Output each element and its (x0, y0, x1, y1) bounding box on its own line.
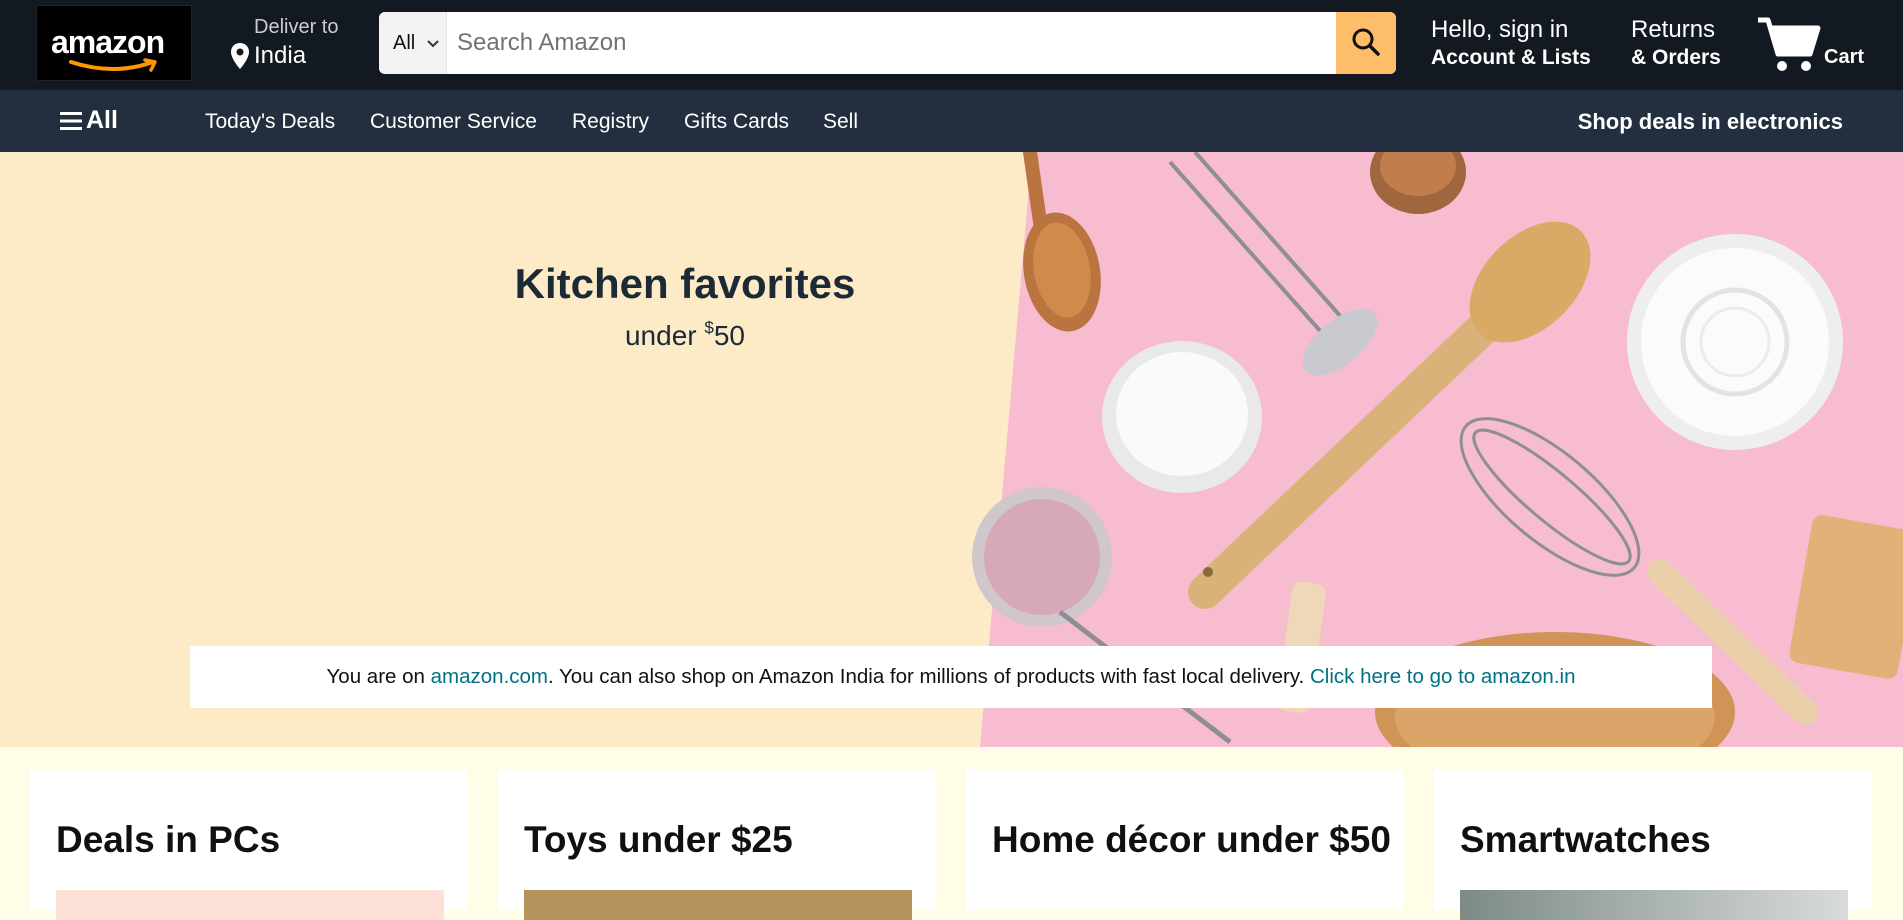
card-title: Home décor under $50 (992, 819, 1391, 860)
deliver-location: India (254, 42, 307, 69)
account-label: Account & Lists (1431, 46, 1591, 69)
search-bar: All (379, 12, 1396, 74)
cart-icon (1758, 17, 1821, 71)
chevron-down-icon (427, 40, 439, 48)
deliver-to-location[interactable]: Deliver to India (228, 16, 358, 74)
orders-label: & Orders (1631, 46, 1721, 69)
card-image[interactable] (56, 890, 444, 920)
search-category-dropdown[interactable]: All (379, 12, 447, 74)
account-greeting: Hello, sign in (1431, 16, 1569, 43)
deliver-label: Deliver to (254, 16, 339, 38)
notice-text-middle: . You can also shop on Amazon India for … (548, 665, 1310, 688)
card-image[interactable] (1460, 890, 1848, 920)
card-toys-under-25[interactable]: Toys under $25 (498, 770, 936, 920)
hero-subtitle-prefix: under (624, 320, 705, 351)
top-navigation-bar: amazon Deliver to India All Hello (0, 0, 1903, 90)
nav-customer-service[interactable]: Customer Service (370, 110, 537, 134)
search-input[interactable] (447, 12, 1336, 74)
returns-label: Returns (1631, 16, 1716, 43)
card-smartwatches[interactable]: Smartwatches (1434, 770, 1872, 920)
secondary-navigation-bar: All Today's Deals Customer Service Regis… (0, 90, 1903, 152)
smile-arrow-icon (69, 58, 157, 72)
search-category-label: All (393, 32, 416, 54)
returns-and-orders[interactable]: Returns & Orders (1631, 16, 1721, 70)
search-icon (1352, 28, 1380, 56)
amazon-logo[interactable]: amazon (36, 5, 192, 81)
shop-electronics-deals-link[interactable]: Shop deals in electronics (1578, 109, 1843, 135)
location-pin-icon (231, 43, 249, 69)
search-button[interactable] (1336, 12, 1396, 74)
cart-label: Cart (1824, 46, 1865, 68)
nav-gift-cards[interactable]: Gifts Cards (684, 110, 789, 134)
notice-text-before: You are on (326, 665, 431, 688)
card-image[interactable] (524, 890, 912, 920)
hamburger-menu-icon (60, 112, 82, 130)
logo-text: amazon (51, 24, 165, 60)
go-to-amazon-in-link[interactable]: Click here to go to amazon.in (1310, 665, 1576, 688)
card-home-decor-under-50[interactable]: Home décor under $50 (966, 770, 1404, 910)
nav-sell[interactable]: Sell (823, 110, 858, 134)
amazon-com-link[interactable]: amazon.com (431, 665, 548, 688)
card-title: Smartwatches (1460, 819, 1711, 860)
hero-title: Kitchen favorites (514, 260, 856, 307)
hero-amount: 50 (713, 320, 746, 351)
nav-todays-deals[interactable]: Today's Deals (205, 110, 335, 134)
all-menu-label: All (86, 106, 118, 134)
locale-notice-banner: You are on amazon.com. You can also shop… (190, 646, 1712, 708)
card-deals-in-pcs[interactable]: Deals in PCs (30, 770, 468, 920)
all-menu-button[interactable]: All (60, 106, 118, 135)
account-and-lists[interactable]: Hello, sign in Account & Lists (1431, 16, 1591, 70)
card-title: Deals in PCs (56, 819, 281, 860)
card-title: Toys under $25 (524, 819, 793, 860)
hero-subtitle: under $50 (0, 318, 1370, 352)
cart-button[interactable]: Cart (1756, 10, 1886, 76)
nav-registry[interactable]: Registry (572, 110, 649, 134)
hero-currency: $ (704, 318, 714, 337)
